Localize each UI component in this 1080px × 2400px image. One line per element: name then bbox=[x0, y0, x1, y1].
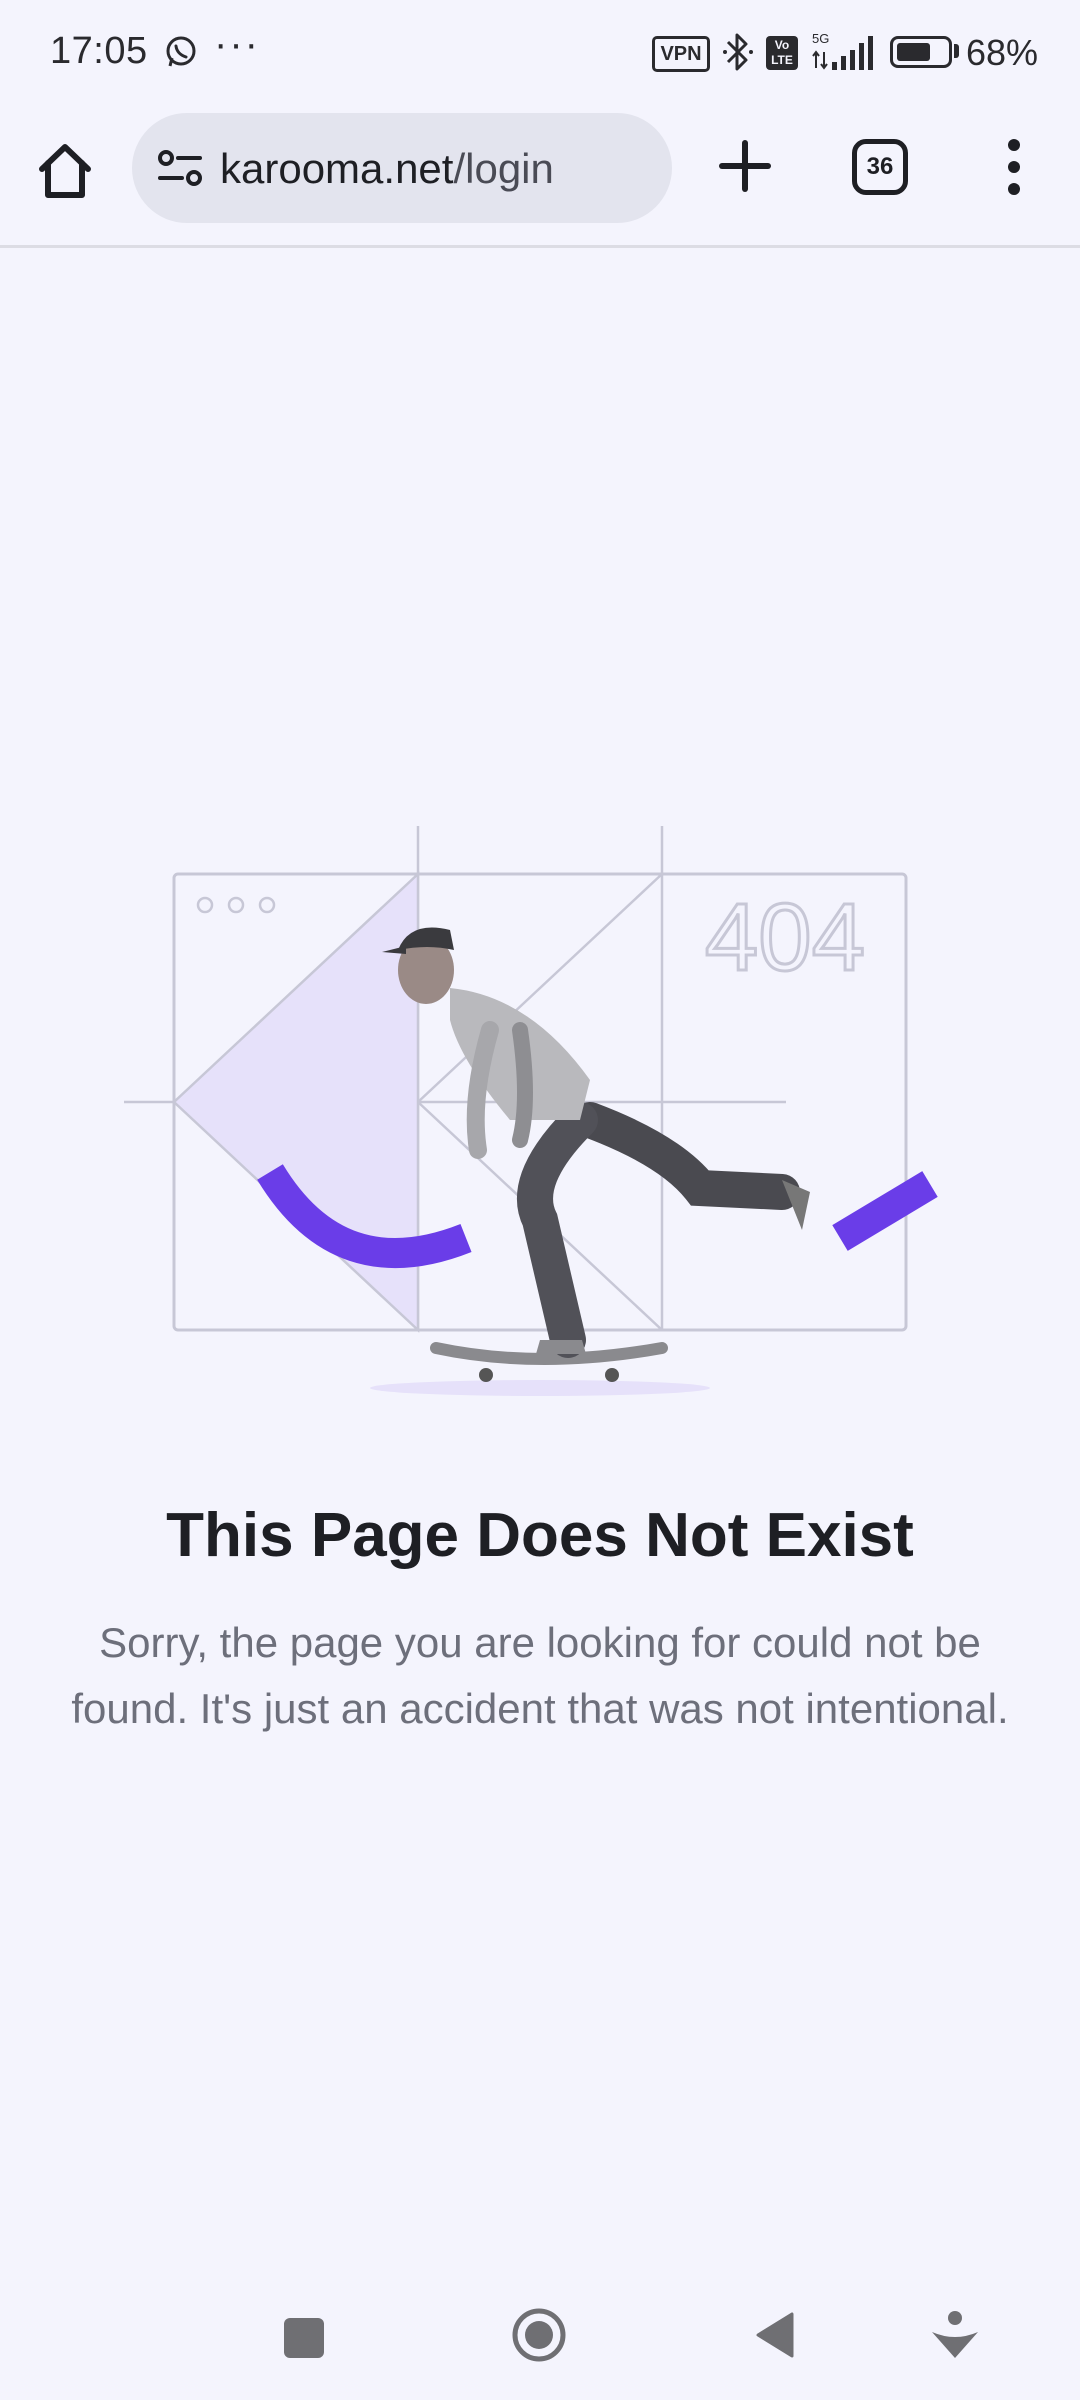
bluetooth-icon bbox=[723, 33, 753, 71]
page-title: This Page Does Not Exist bbox=[166, 1501, 914, 1570]
status-time: 17:05 bbox=[50, 30, 148, 72]
more-dots-icon: ··· bbox=[214, 22, 260, 66]
status-bar: 17:05 ··· VPN Vo LTE 5G 68% bbox=[0, 0, 1080, 105]
window-dot bbox=[227, 896, 245, 914]
battery-tip bbox=[954, 44, 959, 58]
battery-icon bbox=[890, 36, 952, 68]
whatsapp-icon bbox=[166, 36, 196, 67]
tabs-icon[interactable]: 36 bbox=[852, 139, 908, 195]
url-bar[interactable]: karooma.net/login bbox=[132, 113, 672, 223]
accent-bar bbox=[832, 1171, 938, 1251]
network-type-label: 5G bbox=[812, 31, 829, 46]
home-icon[interactable] bbox=[30, 135, 100, 205]
window-dot bbox=[196, 896, 214, 914]
url-text[interactable]: karooma.net/login bbox=[220, 145, 554, 193]
404-text: 404 bbox=[705, 884, 865, 991]
browser-toolbar: karooma.net/login 36 bbox=[0, 105, 1080, 248]
plus-icon[interactable] bbox=[712, 133, 778, 199]
signal-icon: 5G bbox=[812, 31, 873, 70]
more-vert-icon[interactable] bbox=[994, 135, 1034, 199]
recents-icon[interactable] bbox=[284, 2318, 324, 2358]
vpn-badge: VPN bbox=[652, 36, 710, 72]
battery-percent: 68% bbox=[966, 32, 1039, 73]
back-icon[interactable] bbox=[752, 2310, 796, 2360]
url-host: karooma.net bbox=[220, 145, 454, 192]
volte-icon: Vo LTE bbox=[766, 36, 798, 70]
url-path: /login bbox=[453, 145, 554, 192]
window-dot bbox=[258, 896, 276, 914]
404-illustration: 404 bbox=[124, 826, 938, 1396]
skateboarder-figure bbox=[382, 927, 810, 1382]
home-circle-icon[interactable] bbox=[510, 2306, 568, 2364]
battery-fill bbox=[897, 43, 930, 61]
site-settings-icon[interactable] bbox=[156, 148, 204, 188]
ground-shadow bbox=[370, 1380, 710, 1396]
assistant-icon[interactable] bbox=[928, 2306, 982, 2360]
page-subtitle: Sorry, the page you are looking for coul… bbox=[71, 1619, 1009, 1732]
